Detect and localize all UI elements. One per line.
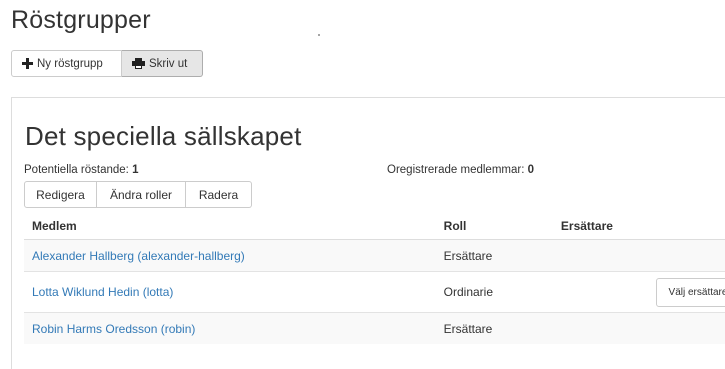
potential-voters-label: Potentiella röstande: (24, 164, 129, 176)
member-link[interactable]: Lotta Wiklund Hedin (lotta) (32, 285, 173, 299)
page-title: Röstgrupper (11, 6, 151, 34)
group-actions: Redigera Ändra roller Radera (24, 181, 252, 208)
print-label: Skriv ut (149, 57, 188, 70)
table-row: Alexander Hallberg (alexander-hallberg) … (24, 239, 725, 272)
header-role: Roll (435, 212, 553, 240)
member-action-cell: Välj ersättare (648, 271, 725, 313)
stray-dot (318, 34, 320, 36)
choose-substitute-button[interactable]: Välj ersättare (656, 277, 725, 307)
change-roles-button[interactable]: Ändra roller (97, 181, 186, 208)
group-panel: Det speciella sällskapet Potentiella rös… (11, 97, 725, 369)
edit-button[interactable]: Redigera (24, 181, 97, 208)
member-action-cell (648, 239, 725, 272)
plus-icon (22, 58, 33, 69)
table-row: Lotta Wiklund Hedin (lotta) Ordinarie Vä… (24, 271, 725, 313)
member-action-cell (648, 312, 725, 344)
member-substitute (552, 239, 648, 272)
table-row: Robin Harms Oredsson (robin) Ersättare (24, 312, 725, 344)
members-table: Medlem Roll Ersättare Alexander Hallberg… (24, 212, 725, 344)
member-role: Ordinarie (435, 271, 553, 313)
page: Röstgrupper Ny röstgrupp Skriv ut Det sp… (0, 0, 725, 369)
potential-voters-count: 1 (132, 164, 139, 176)
table-header-row: Medlem Roll Ersättare (24, 212, 725, 240)
member-link[interactable]: Alexander Hallberg (alexander-hallberg) (32, 249, 245, 263)
member-substitute (552, 312, 648, 344)
member-substitute (552, 271, 648, 313)
member-role: Ersättare (435, 239, 553, 272)
unregistered-members: Oregistrerade medlemmar: 0 (387, 164, 534, 176)
print-button[interactable]: Skriv ut (122, 50, 203, 77)
header-member: Medlem (24, 212, 436, 240)
potential-voters: Potentiella röstande: 1 (24, 164, 138, 176)
new-group-label: Ny röstgrupp (37, 57, 103, 70)
unregistered-count: 0 (527, 164, 535, 176)
group-title: Det speciella sällskapet (25, 121, 302, 151)
member-role: Ersättare (435, 312, 553, 344)
header-substitute: Ersättare (552, 212, 648, 240)
unregistered-label: Oregistrerade medlemmar: (387, 164, 525, 176)
new-group-button[interactable]: Ny röstgrupp (11, 50, 122, 77)
print-icon (132, 58, 145, 69)
delete-button[interactable]: Radera (186, 181, 252, 208)
member-link[interactable]: Robin Harms Oredsson (robin) (32, 322, 195, 336)
top-toolbar: Ny röstgrupp Skriv ut (11, 50, 203, 77)
header-action (648, 212, 725, 240)
